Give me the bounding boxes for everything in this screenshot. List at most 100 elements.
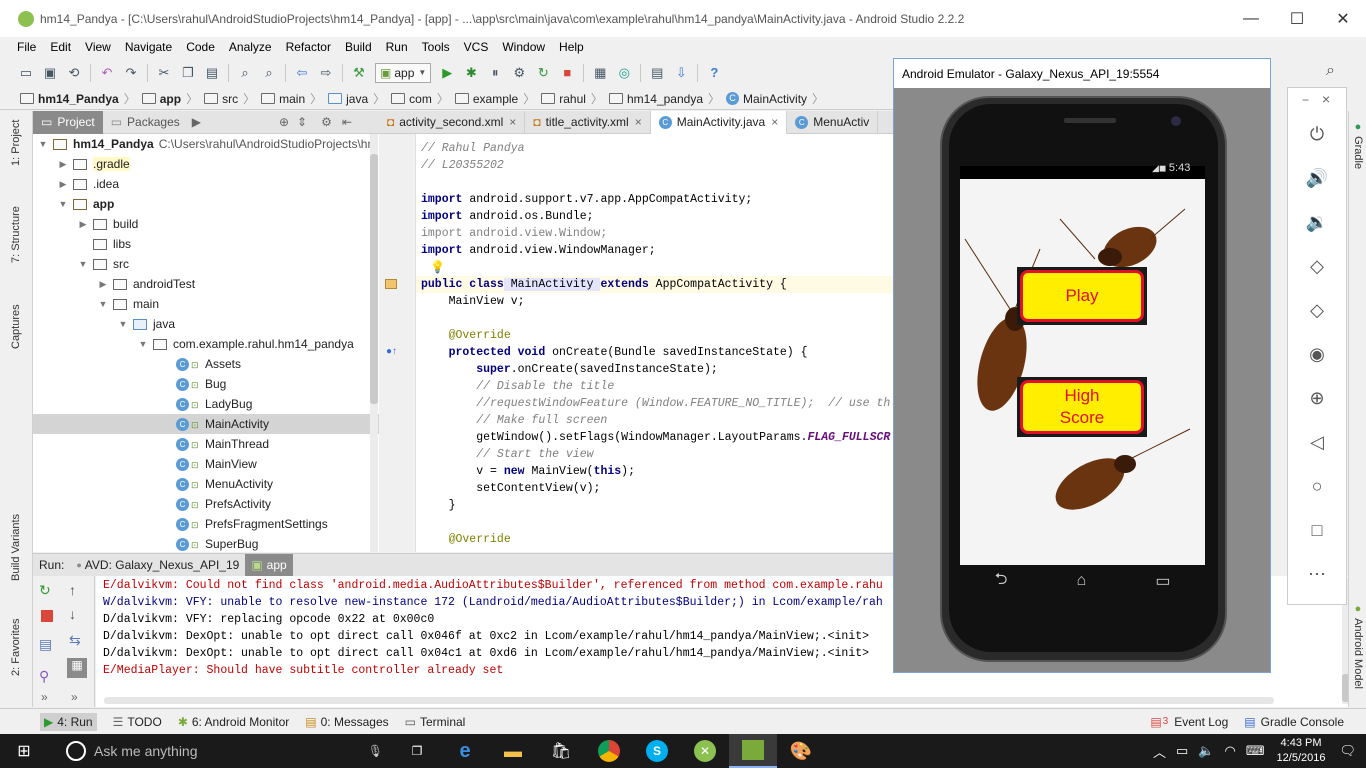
tab-menuactivity[interactable]: C MenuActiv bbox=[787, 110, 879, 134]
soft-wrap-icon[interactable]: ⇆ bbox=[69, 632, 81, 649]
more-icon[interactable]: » bbox=[71, 690, 78, 704]
tree-item-build[interactable]: ▶ build bbox=[77, 214, 139, 234]
tree-scrollbar[interactable] bbox=[370, 134, 378, 552]
rotate-left-icon[interactable]: ◇ bbox=[1288, 254, 1346, 278]
recents-nav-icon[interactable]: ▭ bbox=[1155, 571, 1170, 591]
gradle-sync-icon[interactable]: ◎ bbox=[615, 64, 633, 82]
search-everywhere-icon[interactable]: ⌕ bbox=[1326, 62, 1335, 80]
menu-file[interactable]: File bbox=[17, 40, 36, 54]
menu-edit[interactable]: Edit bbox=[50, 40, 71, 54]
tree-item-app[interactable]: ▼ app bbox=[57, 194, 115, 214]
tool-tab-gradle[interactable]: ● Gradle bbox=[1352, 121, 1364, 169]
crumb-hm14-pandya[interactable]: hm14_pandya 〉 bbox=[608, 90, 720, 107]
open-folder-icon[interactable]: ▭ bbox=[17, 64, 35, 82]
cut-icon[interactable]: ✂ bbox=[155, 64, 173, 82]
network-icon[interactable]: ▭ bbox=[1176, 743, 1188, 759]
crumb-example[interactable]: example 〉 bbox=[454, 90, 535, 107]
more-options-icon[interactable]: ⋯ bbox=[1288, 562, 1346, 586]
android-studio-taskbar-icon[interactable]: ✕ bbox=[681, 734, 729, 768]
copy-icon[interactable]: ❐ bbox=[179, 64, 197, 82]
rerun-icon[interactable]: ↻ bbox=[39, 582, 51, 599]
game-screen[interactable]: Play High Score bbox=[960, 179, 1205, 565]
crumb-app[interactable]: app 〉 bbox=[141, 90, 198, 107]
crumb-rahul[interactable]: rahul 〉 bbox=[541, 90, 603, 107]
back-icon[interactable]: ◁ bbox=[1288, 430, 1346, 454]
tab-activity-second-xml[interactable]: ◘ activity_second.xml × bbox=[379, 110, 526, 134]
tab-app-run[interactable]: ▣ app bbox=[245, 553, 293, 577]
status-android-monitor[interactable]: ✱ 6: Android Monitor bbox=[178, 715, 289, 729]
keyboard-icon[interactable]: ⌨ bbox=[1246, 743, 1265, 759]
undo-icon[interactable]: ↶ bbox=[98, 64, 116, 82]
menu-code[interactable]: Code bbox=[186, 40, 215, 54]
more-tabs-icon[interactable]: ▶ bbox=[192, 115, 201, 129]
chevron-up-icon[interactable]: ︿ bbox=[1153, 742, 1166, 761]
sdk-manager-icon[interactable]: ⇩ bbox=[672, 64, 690, 82]
stop-icon[interactable] bbox=[41, 610, 53, 622]
windows-start-icon[interactable]: ⊞ bbox=[0, 734, 48, 768]
tool-tab-captures[interactable]: Captures bbox=[10, 304, 22, 349]
menu-analyze[interactable]: Analyze bbox=[229, 40, 272, 54]
menu-navigate[interactable]: Navigate bbox=[125, 40, 172, 54]
tree-item-bug[interactable]: C ⊡ Bug bbox=[176, 374, 226, 394]
camera-icon[interactable]: ◉ bbox=[1288, 342, 1346, 366]
microphone-icon[interactable]: 🎙 bbox=[368, 744, 383, 758]
crumb-project[interactable]: hm14_Pandya 〉 bbox=[20, 90, 136, 107]
close-button[interactable]: ✕ bbox=[1320, 0, 1366, 37]
crumb-java[interactable]: java 〉 bbox=[328, 90, 385, 107]
crumb-main[interactable]: main 〉 bbox=[261, 90, 322, 107]
store-icon[interactable]: 🛍 bbox=[537, 734, 585, 768]
status-todo[interactable]: ☰ TODO bbox=[113, 715, 162, 729]
status-terminal[interactable]: ▭ Terminal bbox=[405, 715, 466, 729]
volume-down-icon[interactable]: 🔉 bbox=[1288, 210, 1346, 234]
overview-icon[interactable]: □ bbox=[1288, 518, 1346, 542]
task-view-icon[interactable]: ❐ bbox=[393, 734, 441, 768]
run-icon[interactable]: ▶ bbox=[438, 64, 456, 82]
tree-item-prefsfragmentsettings[interactable]: C ⊡ PrefsFragmentSettings bbox=[176, 514, 328, 534]
console-hscrollbar[interactable] bbox=[104, 697, 1274, 704]
menu-view[interactable]: View bbox=[85, 40, 111, 54]
code-editor[interactable]: // Rahul Pandya // L20355202 import andr… bbox=[416, 134, 895, 552]
tree-item-idea[interactable]: ▶ .idea bbox=[57, 174, 120, 194]
maximize-button[interactable]: ☐ bbox=[1274, 0, 1320, 37]
replace-icon[interactable]: ⌕ bbox=[260, 64, 278, 82]
volume-icon[interactable]: 🔈 bbox=[1198, 743, 1214, 759]
debug-icon[interactable]: ✱ bbox=[462, 64, 480, 82]
tool-tab-structure[interactable]: 7: Structure bbox=[10, 206, 22, 263]
tool-tab-favorites[interactable]: 2: Favorites bbox=[10, 619, 22, 676]
sync-icon[interactable]: ⟲ bbox=[65, 64, 83, 82]
tree-item-root[interactable]: ▼ hm14_Pandya C:\Users\rahul\AndroidStudio… bbox=[37, 134, 378, 154]
menu-window[interactable]: Window bbox=[502, 40, 545, 54]
run-configuration-select[interactable]: ▣ app ▼ bbox=[375, 62, 432, 83]
close-tab-icon[interactable]: × bbox=[509, 115, 516, 129]
status-event-log[interactable]: ▤ 3 Event Log bbox=[1150, 715, 1228, 729]
status-run[interactable]: ▶ 4: Run bbox=[40, 712, 97, 731]
clock[interactable]: 4:43 PM 12/5/2016 bbox=[1277, 736, 1326, 766]
class-marker-icon[interactable] bbox=[385, 279, 397, 289]
tree-item-libs[interactable]: libs bbox=[93, 234, 131, 254]
tree-item-java[interactable]: ▼ java bbox=[117, 314, 175, 334]
menu-run[interactable]: Run bbox=[386, 40, 408, 54]
status-gradle-console[interactable]: ▤ Gradle Console bbox=[1244, 715, 1344, 729]
crumb-mainactivity[interactable]: C MainActivity 〉 bbox=[726, 90, 824, 107]
menu-build[interactable]: Build bbox=[345, 40, 372, 54]
play-button[interactable]: Play bbox=[1017, 267, 1147, 325]
paint-icon[interactable]: 🎨 bbox=[777, 734, 825, 768]
attach-debugger-icon[interactable]: ⏸ bbox=[486, 64, 504, 82]
volume-up-icon[interactable]: 🔊 bbox=[1288, 166, 1346, 190]
crumb-com[interactable]: com 〉 bbox=[391, 90, 449, 107]
tree-item-mainthread[interactable]: C ⊡ MainThread bbox=[176, 434, 269, 454]
high-score-button[interactable]: High Score bbox=[1017, 377, 1147, 437]
skype-icon[interactable]: S bbox=[633, 734, 681, 768]
tree-item-prefsactivity[interactable]: C ⊡ PrefsActivity bbox=[176, 494, 271, 514]
emulator-close-button[interactable]: × bbox=[1322, 91, 1330, 107]
status-messages[interactable]: ▤ 0: Messages bbox=[305, 715, 388, 729]
save-all-icon[interactable]: ▣ bbox=[41, 64, 59, 82]
tool-tab-build-variants[interactable]: Build Variants bbox=[10, 514, 22, 581]
cortana-search[interactable]: Ask me anything 🎙 bbox=[48, 734, 393, 768]
scroll-down-icon[interactable]: ↓ bbox=[69, 606, 76, 622]
tool-tab-android-model[interactable]: ● Android Model bbox=[1352, 603, 1364, 689]
emulator-minimize-button[interactable]: − bbox=[1302, 93, 1309, 107]
tab-mainactivity-java[interactable]: C MainActivity.java × bbox=[650, 110, 788, 134]
zoom-icon[interactable]: ⊕ bbox=[1288, 386, 1346, 410]
lightbulb-icon[interactable]: 💡 bbox=[430, 260, 445, 274]
